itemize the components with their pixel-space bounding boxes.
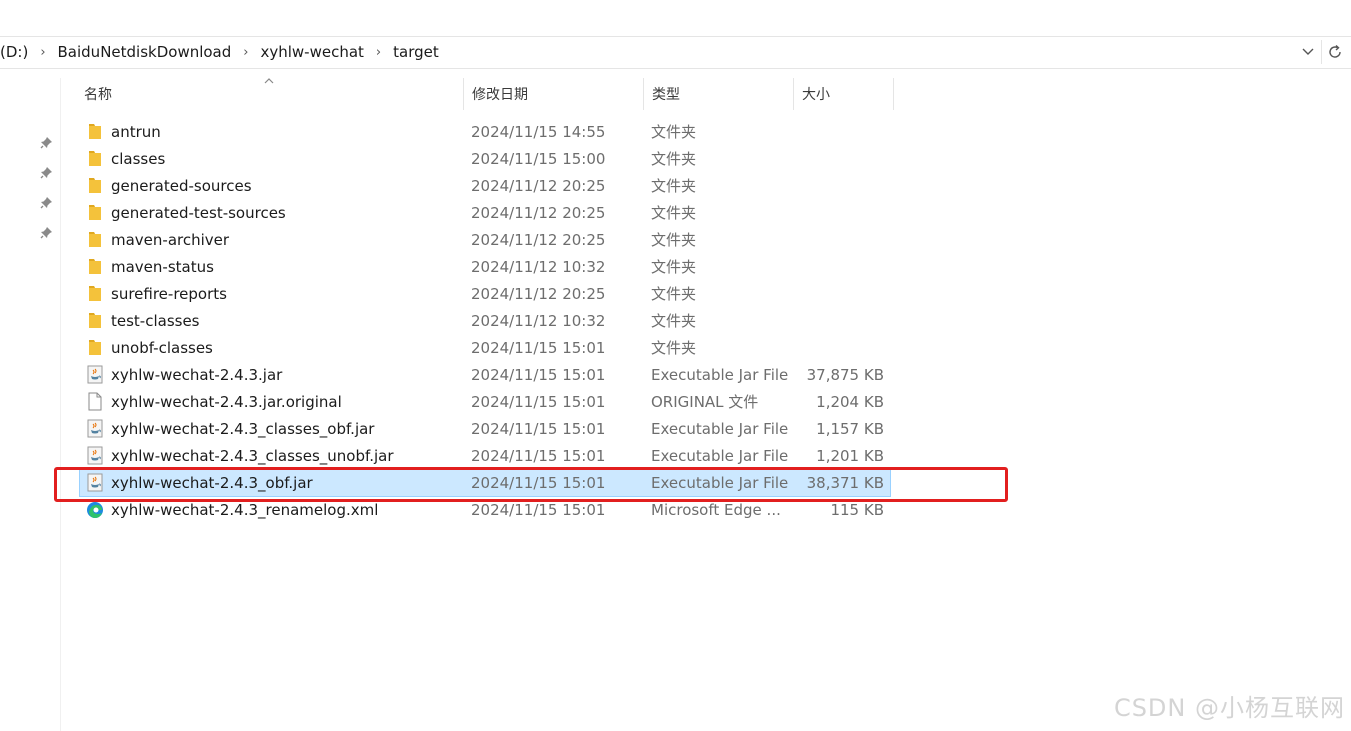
pin-icon[interactable] <box>40 136 54 150</box>
file-date-modified: 2024/11/15 14:55 <box>471 122 606 141</box>
file-date-modified: 2024/11/15 15:01 <box>471 338 606 357</box>
watermark: CSDN @小杨互联网 <box>1113 694 1345 722</box>
file-date-modified: 2024/11/12 10:32 <box>471 257 606 276</box>
column-header-size[interactable]: 大小 <box>794 78 894 110</box>
file-row[interactable]: antrun 2024/11/15 14:55 文件夹 <box>80 118 890 145</box>
file-type: Executable Jar File <box>651 446 789 465</box>
folder-icon <box>86 257 104 276</box>
file-row[interactable]: surefire-reports 2024/11/12 20:25 文件夹 <box>80 280 890 307</box>
breadcrumb-baidunetdiskdownload[interactable]: BaiduNetdiskDownload <box>58 43 232 61</box>
file-date-modified: 2024/11/12 10:32 <box>471 311 606 330</box>
file-name: maven-status <box>111 257 214 276</box>
file-size: 37,875 KB <box>806 365 884 384</box>
file-type: 文件夹 <box>651 231 697 249</box>
file-row[interactable]: generated-test-sources 2024/11/12 20:25 文件… <box>80 199 890 226</box>
file-date-modified: 2024/11/15 15:01 <box>471 419 606 438</box>
file-row[interactable]: xyhlw-wechat-2.4.3_classes_unobf.jar 2024… <box>80 442 890 469</box>
file-size: 1,157 KB <box>816 419 884 438</box>
address-bar[interactable]: (D:) › BaiduNetdiskDownload › xyhlw-wech… <box>0 36 1351 69</box>
file-row[interactable]: xyhlw-wechat-2.4.3_classes_obf.jar 2024/1… <box>80 415 890 442</box>
file-size: 1,201 KB <box>816 446 884 465</box>
chevron-right-icon[interactable]: › <box>376 45 381 60</box>
file-row[interactable]: unobf-classes 2024/11/15 15:01 文件夹 <box>80 334 890 361</box>
jar-file-icon <box>86 419 104 438</box>
file-type: 文件夹 <box>651 177 697 195</box>
file-date-modified: 2024/11/12 20:25 <box>471 230 606 249</box>
file-type: 文件夹 <box>651 204 697 222</box>
file-list: antrun 2024/11/15 14:55 文件夹 classes 2024/11/… <box>79 118 891 523</box>
divider <box>1321 40 1322 64</box>
file-size: 115 KB <box>830 500 884 519</box>
column-header-name[interactable]: 名称 <box>76 78 464 110</box>
file-date-modified: 2024/11/12 20:25 <box>471 176 606 195</box>
file-type: 文件夹 <box>651 150 697 168</box>
folder-icon <box>86 149 104 168</box>
breadcrumb-xyhlw-wechat[interactable]: xyhlw-wechat <box>260 43 363 61</box>
column-header-row: 名称 修改日期 类型 大小 <box>76 78 896 110</box>
file-date-modified: 2024/11/15 15:01 <box>471 500 606 519</box>
file-name: test-classes <box>111 311 200 330</box>
file-row[interactable]: xyhlw-wechat-2.4.3.jar 2024/11/15 15:01 Ex… <box>80 361 890 388</box>
column-header-type[interactable]: 类型 <box>644 78 794 110</box>
file-type: 文件夹 <box>651 258 697 276</box>
file-name: xyhlw-wechat-2.4.3_classes_obf.jar <box>111 419 375 438</box>
file-name: generated-sources <box>111 176 252 195</box>
folder-icon <box>86 122 104 141</box>
pin-icon[interactable] <box>40 166 54 180</box>
file-type: Executable Jar File <box>651 365 789 384</box>
file-name: maven-archiver <box>111 230 230 249</box>
pin-icon[interactable] <box>40 196 54 210</box>
file-date-modified: 2024/11/15 15:01 <box>471 392 606 411</box>
folder-icon <box>86 284 104 303</box>
chevron-down-icon[interactable] <box>1298 42 1318 62</box>
red-highlight-box <box>54 467 1008 502</box>
jar-file-icon <box>86 446 104 465</box>
navigation-pane <box>0 78 61 731</box>
file-type: 文件夹 <box>651 123 697 141</box>
file-name: generated-test-sources <box>111 203 286 222</box>
folder-icon <box>86 203 104 222</box>
jar-file-icon <box>86 365 104 384</box>
file-date-modified: 2024/11/12 20:25 <box>471 284 606 303</box>
file-row[interactable]: maven-archiver 2024/11/12 20:25 文件夹 <box>80 226 890 253</box>
breadcrumb-target[interactable]: target <box>393 43 439 61</box>
file-name: classes <box>111 149 166 168</box>
blank-file-icon <box>86 392 104 411</box>
file-type: 文件夹 <box>651 312 697 330</box>
file-type: ORIGINAL 文件 <box>651 393 759 411</box>
folder-icon <box>86 176 104 195</box>
file-type: Executable Jar File <box>651 419 789 438</box>
folder-icon <box>86 230 104 249</box>
file-name: xyhlw-wechat-2.4.3.jar <box>111 365 283 384</box>
edge-icon <box>86 500 104 519</box>
breadcrumb: (D:) › BaiduNetdiskDownload › xyhlw-wech… <box>0 36 439 68</box>
file-row[interactable]: maven-status 2024/11/12 10:32 文件夹 <box>80 253 890 280</box>
file-type: Microsoft Edge ... <box>651 500 781 519</box>
folder-icon <box>86 338 104 357</box>
file-row[interactable]: generated-sources 2024/11/12 20:25 文件夹 <box>80 172 890 199</box>
file-date-modified: 2024/11/15 15:01 <box>471 446 606 465</box>
file-row[interactable]: test-classes 2024/11/12 10:32 文件夹 <box>80 307 890 334</box>
pin-icon[interactable] <box>40 226 54 240</box>
column-header-date[interactable]: 修改日期 <box>464 78 644 110</box>
file-date-modified: 2024/11/12 20:25 <box>471 203 606 222</box>
file-date-modified: 2024/11/15 15:01 <box>471 365 606 384</box>
file-name: xyhlw-wechat-2.4.3_renamelog.xml <box>111 500 379 519</box>
file-size: 1,204 KB <box>816 392 884 411</box>
file-type: 文件夹 <box>651 339 697 357</box>
breadcrumb-drive[interactable]: (D:) <box>0 43 28 61</box>
file-row[interactable]: xyhlw-wechat-2.4.3.jar.original 2024/11/1… <box>80 388 890 415</box>
chevron-right-icon[interactable]: › <box>243 45 248 60</box>
file-row[interactable]: classes 2024/11/15 15:00 文件夹 <box>80 145 890 172</box>
file-name: xyhlw-wechat-2.4.3_classes_unobf.jar <box>111 446 394 465</box>
file-name: xyhlw-wechat-2.4.3.jar.original <box>111 392 342 411</box>
file-name: unobf-classes <box>111 338 213 357</box>
file-type: 文件夹 <box>651 285 697 303</box>
file-date-modified: 2024/11/15 15:00 <box>471 149 606 168</box>
file-name: surefire-reports <box>111 284 227 303</box>
file-name: antrun <box>111 122 161 141</box>
refresh-icon[interactable] <box>1325 42 1345 62</box>
folder-icon <box>86 311 104 330</box>
chevron-right-icon[interactable]: › <box>40 45 45 60</box>
